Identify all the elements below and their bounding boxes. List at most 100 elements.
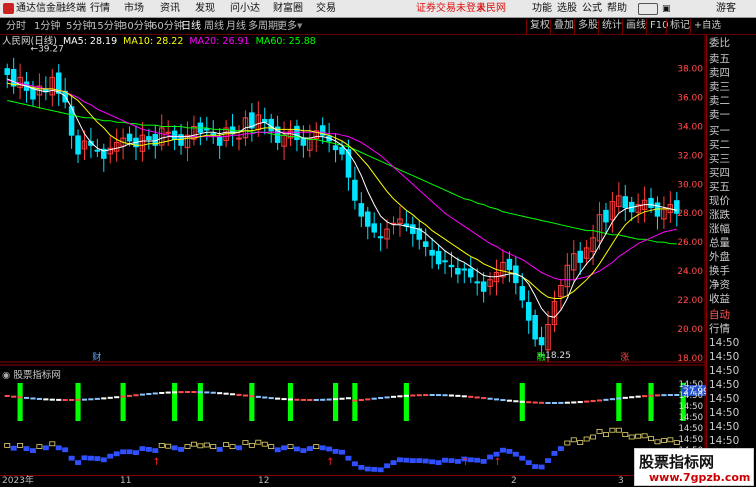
stock-name-link[interactable]: 人民网 [476, 0, 506, 18]
indicator-oscillator [648, 436, 655, 442]
menu-item-formula[interactable]: 公式 [582, 0, 602, 18]
add-to-watchlist-button[interactable]: +自选 [690, 19, 721, 34]
date-label: 2 [511, 476, 517, 486]
menu-item-quotes[interactable]: 行情 [90, 0, 110, 18]
indicator-tick-label: 14:50 [679, 402, 704, 412]
menu-item-market[interactable]: 市场 [124, 0, 144, 18]
kline-chart[interactable]: 38.00 36.00 34.00 32.00 30.00 28.00 26.00 24.00… [0, 35, 706, 475]
candle-body [525, 302, 532, 321]
candle-body [204, 128, 210, 131]
period-more[interactable]: 更多 [277, 18, 297, 35]
indicator-icon: ◉ [2, 370, 11, 381]
panel-row[interactable]: 自动 [707, 309, 756, 322]
indicator-upper-segment [223, 392, 229, 395]
menu-item-discover[interactable]: 发现 [195, 0, 215, 18]
buy-signal-arrow: ↑ [461, 457, 469, 468]
indicator-upper-segment [558, 401, 564, 404]
ma60-line [7, 100, 677, 245]
panel-row: 买二 [709, 139, 730, 151]
period-daily[interactable]: 日线 [181, 18, 201, 35]
indicator-upper-segment [275, 397, 281, 400]
indicator-oscillator [596, 428, 603, 434]
ma-legend: 人民网(日线) MA5: 28.19 MA10: 28.22 MA20: 26.… [2, 36, 319, 48]
indicator-signal-bar [403, 383, 409, 421]
period-1min[interactable]: 1分钟 [34, 18, 60, 35]
period-toolbar: 分时 1分钟 5分钟 15分钟 30分钟 60分钟 日线 周线 月线 多周期 更… [0, 18, 756, 35]
indicator-tick-label: 14:50 [679, 380, 704, 390]
indicator-upper-segment [403, 394, 409, 397]
indicator-oscillator [42, 445, 49, 451]
tool-statistics[interactable]: 统计 [598, 19, 622, 34]
indicator-oscillator [133, 450, 139, 456]
indicator-oscillator [622, 432, 629, 438]
indicator-oscillator [152, 448, 159, 454]
menu-item-ask[interactable]: 问小达 [230, 0, 260, 18]
candle-body [519, 286, 526, 301]
menu-item-function[interactable]: 功能 [532, 0, 552, 18]
indicator-upper-segment [229, 393, 236, 396]
tool-adjust[interactable]: 复权 [526, 19, 550, 34]
indicator-oscillator [416, 458, 423, 464]
event-tag: 涨 [620, 352, 629, 363]
tool-draw[interactable]: 画线 [622, 19, 646, 34]
indicator-oscillator [190, 441, 197, 447]
skin-icon[interactable] [638, 3, 658, 15]
indicator-oscillator [107, 453, 114, 459]
indicator-upper-segment [287, 398, 294, 401]
guest-label[interactable]: 游客 [716, 0, 736, 18]
price-tick-label: 34.00 [677, 123, 703, 133]
indicator-oscillator [435, 460, 442, 466]
candle-body [422, 241, 429, 247]
indicator-oscillator [364, 466, 371, 472]
candle-body [165, 131, 171, 134]
indicator-upper-segment [352, 399, 358, 402]
lock-icon[interactable]: ▣ [662, 0, 671, 18]
period-weekly[interactable]: 周线 [204, 18, 224, 35]
indicator-upper-segment [159, 391, 165, 394]
candle-body [345, 149, 352, 178]
indicator-oscillator [178, 446, 185, 452]
period-monthly[interactable]: 月线 [226, 18, 246, 35]
menu-item-stock-picker[interactable]: 选股 [557, 0, 577, 18]
candle-body [622, 196, 629, 208]
candle-body [10, 68, 17, 87]
indicator-upper-segment [114, 396, 120, 399]
indicator-upper-segment [654, 394, 661, 397]
title-bar: 通达信金融终端 行情 市场 资讯 发现 问小达 财富圈 交易 证券交易未登录 人… [0, 0, 756, 18]
tool-overlay[interactable]: 叠加 [550, 19, 574, 34]
tool-multi-stock[interactable]: 多股 [574, 19, 598, 34]
panel-row: 卖二 [709, 95, 730, 107]
indicator-oscillator [628, 434, 635, 440]
panel-row: 总量 [709, 237, 730, 249]
indicator-oscillator [184, 444, 191, 450]
period-intraday[interactable]: 分时 [6, 18, 26, 35]
indicator-oscillator [351, 461, 358, 467]
indicator-upper-segment [571, 401, 577, 404]
indicator-oscillator [493, 451, 500, 457]
period-30min[interactable]: 30分钟 [121, 18, 154, 35]
indicator-oscillator [474, 457, 481, 463]
indicator-upper-segment [126, 394, 133, 397]
indicator-upper-segment [56, 398, 62, 401]
period-multi[interactable]: 多周期 [248, 18, 278, 35]
indicator-upper-segment [300, 398, 306, 401]
period-60min[interactable]: 60分钟 [151, 18, 184, 35]
tool-mark[interactable]: 标记 [666, 19, 690, 34]
chevron-down-icon[interactable]: ▼ [297, 18, 302, 35]
indicator-tick-label: 14:50 [679, 391, 704, 401]
indicator-upper-segment [4, 395, 10, 397]
period-15min[interactable]: 15分钟 [91, 18, 124, 35]
indicator-upper-segment [320, 398, 326, 401]
menu-item-trade[interactable]: 交易 [316, 0, 336, 18]
ma5-legend: MA5: 28.19 [62, 36, 118, 47]
indicator-upper-segment [107, 396, 113, 399]
indicator-oscillator [654, 439, 661, 445]
period-5min[interactable]: 5分钟 [66, 18, 92, 35]
indicator-upper-segment [584, 400, 590, 403]
menu-item-wealth-circle[interactable]: 财富圈 [273, 0, 303, 18]
indicator-title[interactable]: ◉ 股票指标网 [2, 367, 61, 381]
indicator-oscillator [660, 438, 667, 444]
menu-item-help[interactable]: 帮助 [607, 0, 627, 18]
indicator-upper-segment [551, 401, 558, 404]
menu-item-news[interactable]: 资讯 [160, 0, 180, 18]
